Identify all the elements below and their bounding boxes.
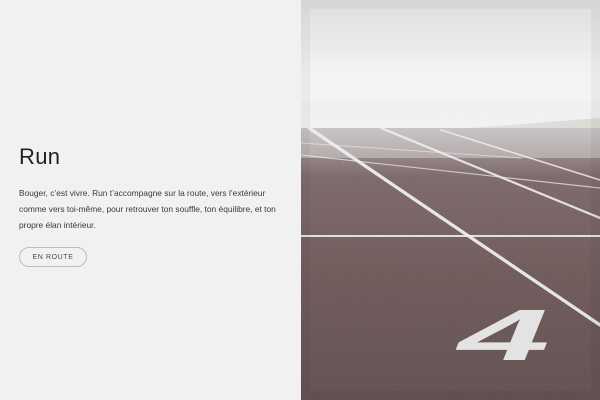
hero-content: Run Bouger, c’est vivre. Run t’accompagn… [19, 143, 281, 267]
hero-description: Bouger, c’est vivre. Run t’accompagne su… [19, 188, 276, 230]
hero-section: Run Bouger, c’est vivre. Run t’accompagn… [0, 0, 600, 400]
running-track-image: 4 [301, 0, 600, 400]
page-title: Run [19, 144, 61, 169]
hero-text-panel: Run Bouger, c’est vivre. Run t’accompagn… [0, 0, 301, 400]
en-route-button[interactable]: EN ROUTE [19, 247, 87, 267]
running-track-photo: 4 [301, 0, 600, 400]
